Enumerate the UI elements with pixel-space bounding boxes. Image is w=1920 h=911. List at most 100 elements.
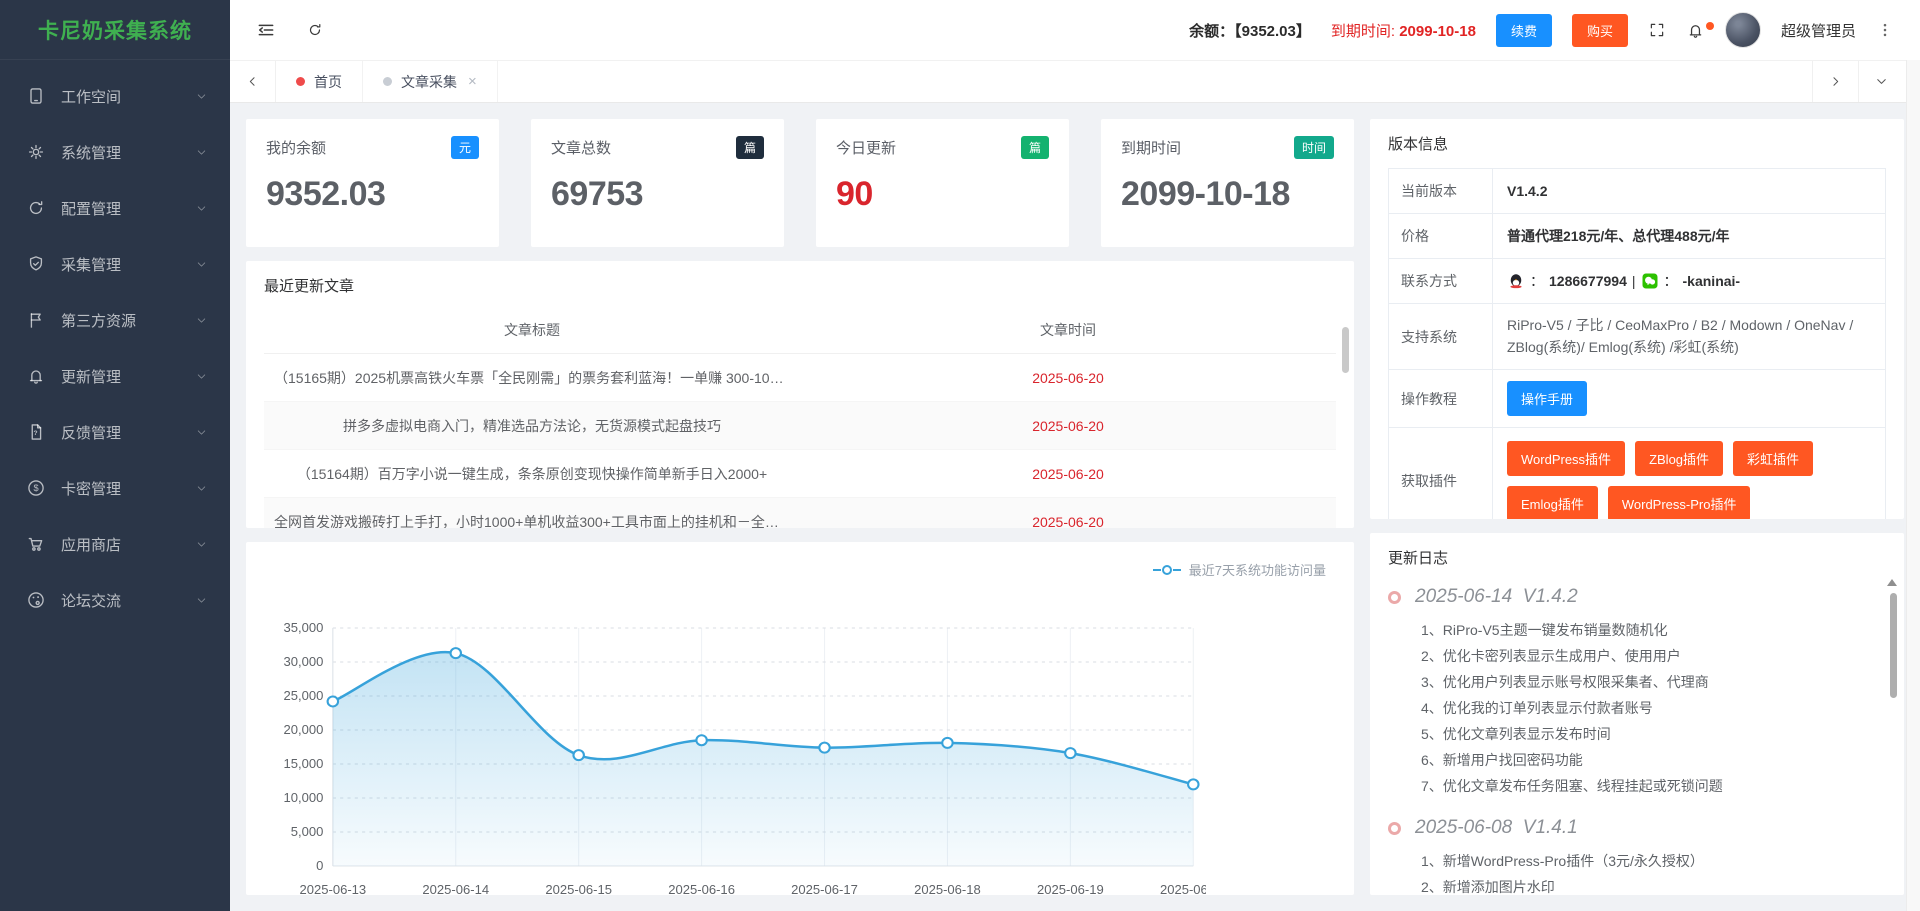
table-row[interactable]: （15164期）百万字小说一键生成，条条原创变现快操作简单新手日入2000+ 2… xyxy=(264,450,1336,498)
sidebar-item-label: 更新管理 xyxy=(61,366,121,387)
tab-dot xyxy=(296,77,305,86)
stat-label: 今日更新 xyxy=(836,137,896,158)
stat-label: 我的余额 xyxy=(266,137,326,158)
article-title: （15165期）2025机票高铁火车票「全民刚需」的票务套利蓝海！一单赚 300… xyxy=(264,368,800,388)
sidebar-item-forum[interactable]: 论坛交流 xyxy=(0,572,230,628)
palette-icon xyxy=(26,590,46,610)
renew-button[interactable]: 续费 xyxy=(1496,14,1552,47)
sidebar-item-collection[interactable]: 采集管理 xyxy=(0,236,230,292)
svg-text:2025-06-17: 2025-06-17 xyxy=(791,882,858,895)
plugin-button-caihong[interactable]: 彩虹插件 xyxy=(1733,441,1813,476)
refresh-icon xyxy=(26,198,46,218)
price-value: 普通代理218元/年、总代理488元/年 xyxy=(1493,214,1885,258)
tab-dot xyxy=(383,77,392,86)
chevron-down-icon xyxy=(195,258,208,271)
stat-value: 2099-10-18 xyxy=(1121,175,1334,214)
chevron-down-icon xyxy=(195,594,208,607)
chart-legend[interactable]: 最近7天系统功能访问量 xyxy=(1153,560,1326,579)
row-label: 操作教程 xyxy=(1389,370,1493,427)
tabs-menu-icon[interactable] xyxy=(1858,61,1904,102)
sidebar-item-feedback[interactable]: ? 反馈管理 xyxy=(0,404,230,460)
more-vertical-icon[interactable] xyxy=(1876,21,1894,39)
table-row[interactable]: 全网首发游戏搬砖打上手打，小时1000+单机收益300+工具市面上的挂机和－全网… xyxy=(264,498,1336,528)
cart-icon xyxy=(26,534,46,554)
table-row[interactable]: （15165期）2025机票高铁火车票「全民刚需」的票务套利蓝海！一单赚 300… xyxy=(264,354,1336,402)
sidebar: 卡尼奶采集系统 工作空间 系统管理 配置管理 采集管理 xyxy=(0,0,230,911)
article-title: 拼多多虚拟电商入门，精准选品方法论，无货源模式起盘技巧 xyxy=(264,416,800,436)
sidebar-item-label: 反馈管理 xyxy=(61,422,121,443)
changelog-entry: 2025-06-08 V1.4.1 1、新增WordPress-Pro插件（3元… xyxy=(1388,817,1886,895)
version-row-price: 价格 普通代理218元/年、总代理488元/年 xyxy=(1389,214,1885,259)
tab-label: 文章采集 xyxy=(401,72,457,92)
sidebar-item-label: 卡密管理 xyxy=(61,478,121,499)
articles-scrollbar[interactable] xyxy=(1342,327,1349,373)
svg-text:20,000: 20,000 xyxy=(284,722,324,737)
article-title: （15164期）百万字小说一键生成，条条原创变现快操作简单新手日入2000+ xyxy=(264,464,800,484)
manual-button[interactable]: 操作手册 xyxy=(1507,381,1587,416)
chevron-down-icon xyxy=(195,146,208,159)
stat-label: 文章总数 xyxy=(551,137,611,158)
changelog-title: 更新日志 xyxy=(1388,547,1886,568)
svg-text:30,000: 30,000 xyxy=(284,654,324,669)
svg-text:2025-06-13: 2025-06-13 xyxy=(299,882,366,895)
scrollbar-up-arrow-icon[interactable] xyxy=(1887,579,1897,586)
recent-articles-card: 最近更新文章 文章标题 文章时间 （15165期）2025机票高铁火车票「全民刚… xyxy=(246,261,1354,528)
tab-controls xyxy=(1812,61,1904,102)
fullscreen-icon[interactable] xyxy=(1648,21,1666,39)
sidebar-item-workspace[interactable]: 工作空间 xyxy=(0,68,230,124)
stat-card-articles-total: 文章总数篇 69753 xyxy=(531,119,784,247)
notification-dot xyxy=(1706,22,1714,30)
plugin-button-wordpress[interactable]: WordPress插件 xyxy=(1507,441,1625,476)
avatar[interactable] xyxy=(1725,12,1761,48)
tab-home[interactable]: 首页 xyxy=(276,61,363,102)
tabs-back-icon[interactable] xyxy=(230,61,276,102)
visits-chart-card: 最近7天系统功能访问量 05,00010,00015,00020,00025,0… xyxy=(246,542,1354,895)
sidebar-item-system[interactable]: 系统管理 xyxy=(0,124,230,180)
stat-card-expiry: 到期时间时间 2099-10-18 xyxy=(1101,119,1354,247)
tabs-forward-icon[interactable] xyxy=(1812,61,1858,102)
articles-table-header: 文章标题 文章时间 xyxy=(264,306,1336,354)
sidebar-item-update[interactable]: 更新管理 xyxy=(0,348,230,404)
refresh-icon[interactable] xyxy=(306,21,324,39)
content-left-column: 我的余额元 9352.03 文章总数篇 69753 今日更新篇 90 到期时间时… xyxy=(246,119,1354,895)
plugin-button-zblog[interactable]: ZBlog插件 xyxy=(1635,441,1723,476)
table-row[interactable]: 拼多多虚拟电商入门，精准选品方法论，无货源模式起盘技巧 2025-06-20 xyxy=(264,402,1336,450)
notifications-bell-icon[interactable] xyxy=(1686,21,1705,40)
stat-value: 69753 xyxy=(551,175,764,214)
gear-icon xyxy=(26,142,46,162)
sidebar-item-config[interactable]: 配置管理 xyxy=(0,180,230,236)
version-row-current: 当前版本 V1.4.2 xyxy=(1389,169,1885,214)
sidebar-item-label: 采集管理 xyxy=(61,254,121,275)
qq-number[interactable]: 1286677994 xyxy=(1549,273,1627,289)
row-label: 联系方式 xyxy=(1389,259,1493,303)
changelog-scrollbar[interactable] xyxy=(1890,593,1897,698)
svg-text:2025-06-14: 2025-06-14 xyxy=(422,882,489,895)
timeline-dot-icon xyxy=(1388,591,1401,604)
stat-card-today-updates: 今日更新篇 90 xyxy=(816,119,1069,247)
sidebar-item-appstore[interactable]: 应用商店 xyxy=(0,516,230,572)
changelog-item: 2、新增添加图片水印 xyxy=(1421,874,1886,895)
recent-articles-title: 最近更新文章 xyxy=(264,275,1336,296)
plugin-button-emlog[interactable]: Emlog插件 xyxy=(1507,486,1598,519)
window-scrollbar[interactable] xyxy=(1906,60,1920,911)
current-version-value: V1.4.2 xyxy=(1493,169,1885,213)
sidebar-item-cardkey[interactable]: $ 卡密管理 xyxy=(0,460,230,516)
svg-text:$: $ xyxy=(33,483,38,493)
main-area: 余额：【9352.03】 到期时间: 2099-10-18 续费 购买 超级管理… xyxy=(230,0,1920,911)
chevron-down-icon xyxy=(195,90,208,103)
wechat-id[interactable]: -kaninai- xyxy=(1683,273,1741,289)
stat-badge: 篇 xyxy=(1021,136,1049,159)
bell-icon xyxy=(26,366,46,386)
tab-article-collect[interactable]: 文章采集 × xyxy=(363,61,498,102)
plugin-button-wordpress-pro[interactable]: WordPress-Pro插件 xyxy=(1608,486,1751,519)
close-icon[interactable]: × xyxy=(468,73,477,90)
shield-check-icon xyxy=(26,254,46,274)
username: 超级管理员 xyxy=(1781,20,1856,41)
changelog-item: 3、优化用户列表显示账号权限采集者、代理商 xyxy=(1421,669,1886,695)
buy-button[interactable]: 购买 xyxy=(1572,14,1628,47)
article-time: 2025-06-20 xyxy=(800,466,1336,482)
chevron-down-icon xyxy=(195,482,208,495)
sidebar-item-thirdparty[interactable]: 第三方资源 xyxy=(0,292,230,348)
collapse-menu-icon[interactable] xyxy=(256,20,276,40)
dollar-circle-icon: $ xyxy=(26,478,46,498)
